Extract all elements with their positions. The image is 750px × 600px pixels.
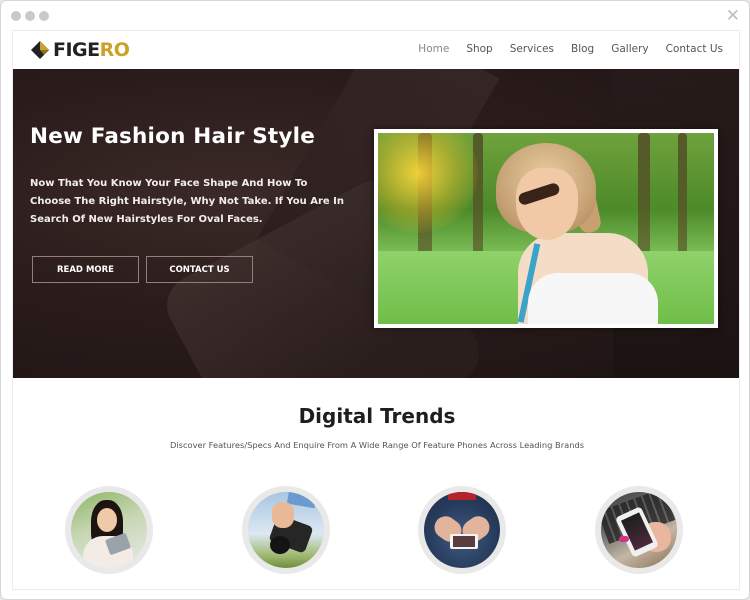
feature-image	[601, 492, 677, 568]
browser-window: ✕ FIGERO Home Shop Services Blog Gallery…	[0, 0, 750, 600]
feature-item-hand-with-camera[interactable]	[242, 486, 330, 574]
nav-item-home[interactable]: Home	[418, 42, 449, 56]
nav-item-contact-us[interactable]: Contact Us	[666, 42, 723, 56]
contact-us-button[interactable]: CONTACT US	[146, 256, 253, 283]
section-title: Digital Trends	[298, 404, 456, 428]
img-part	[97, 508, 117, 532]
feature-item-phone-over-keyboard[interactable]	[595, 486, 683, 574]
photo-tree	[678, 133, 687, 263]
img-part	[448, 492, 476, 500]
read-more-button[interactable]: READ MORE	[32, 256, 139, 283]
nav-item-services[interactable]: Services	[510, 42, 554, 56]
hero-description: Now That You Know Your Face Shape And Ho…	[30, 178, 344, 225]
feature-image	[248, 492, 324, 568]
section-subtitle: Discover Features/Specs And Enquire From…	[169, 440, 585, 450]
feature-image	[71, 492, 147, 568]
img-part	[270, 536, 290, 554]
window-dot-icon[interactable]	[25, 11, 35, 21]
photo-tree	[638, 133, 650, 263]
main-nav: Home Shop Services Blog Gallery Contact …	[401, 42, 723, 56]
feature-item-girl-with-tablet[interactable]	[65, 486, 153, 574]
window-titlebar: ✕	[1, 1, 749, 31]
img-part	[619, 536, 629, 542]
logo[interactable]: FIGERO	[30, 39, 130, 61]
nav-item-gallery[interactable]: Gallery	[611, 42, 648, 56]
nav-item-blog[interactable]: Blog	[571, 42, 594, 56]
feature-image	[424, 492, 500, 568]
web-page: FIGERO Home Shop Services Blog Gallery C…	[12, 30, 740, 590]
window-dot-icon[interactable]	[39, 11, 49, 21]
close-icon[interactable]: ✕	[726, 6, 740, 26]
feature-list	[13, 486, 739, 576]
window-dot-icon[interactable]	[11, 11, 21, 21]
hero-image-frame	[374, 129, 718, 328]
feature-item-hands-holding-phone[interactable]	[418, 486, 506, 574]
hero-title: New Fashion Hair Style	[30, 124, 315, 149]
hero-image	[378, 133, 714, 324]
site-header: FIGERO Home Shop Services Blog Gallery C…	[13, 31, 739, 69]
img-part	[453, 536, 475, 547]
diamond-logo-icon	[31, 41, 49, 59]
logo-text: FIGERO	[53, 39, 130, 61]
photo-sunlight	[378, 133, 478, 233]
photo-woman-top	[528, 273, 658, 324]
img-part	[272, 502, 294, 528]
nav-item-shop[interactable]: Shop	[466, 42, 492, 56]
hero-banner: New Fashion Hair Style Now That You Know…	[13, 69, 739, 378]
